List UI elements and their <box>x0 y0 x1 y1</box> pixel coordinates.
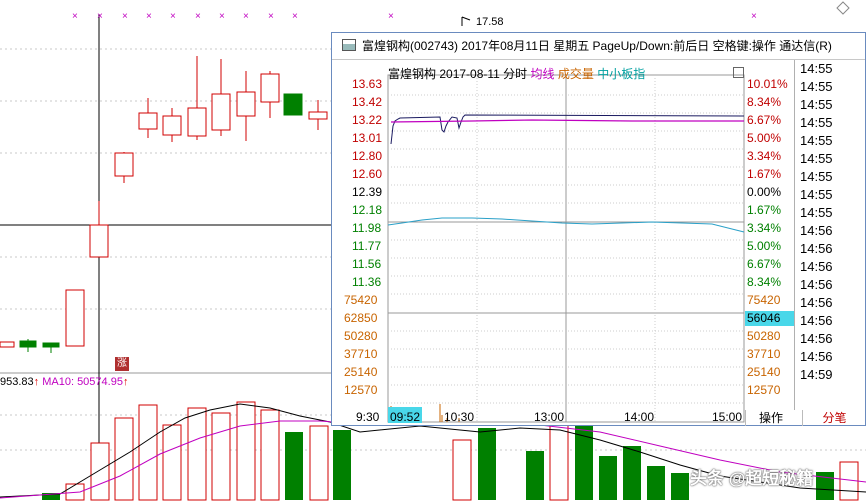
pct-label: 1.67% <box>747 203 782 217</box>
price-label: 11.77 <box>352 239 382 253</box>
tick-time: 14:56 <box>800 277 833 292</box>
up-arrow-icon: ↑ <box>33 376 40 388</box>
volume-label: 75420 <box>747 293 781 307</box>
ma5-value: 953.83 <box>0 376 34 388</box>
legend-volume: 成交量 <box>557 67 594 81</box>
pct-label: 6.67% <box>747 257 782 271</box>
window-title: 富煌钢构(002743) 2017年08月11日 星期五 PageUp/Down… <box>362 39 832 53</box>
bottom-bar: 9:30 09:52 10:30 13:00 14:00 15:00 操作 分笔 <box>332 410 865 426</box>
up-arrow-icon: ↑ <box>122 376 129 388</box>
time-label: 15:00 <box>712 410 743 424</box>
volume-label: 37710 <box>344 347 378 361</box>
price-label: 11.36 <box>352 275 382 289</box>
svg-text:×: × <box>72 11 78 22</box>
window-titlebar[interactable]: 富煌钢构(002743) 2017年08月11日 星期五 PageUp/Down… <box>332 33 865 60</box>
price-label: 11.98 <box>352 221 382 235</box>
intraday-popup-window[interactable]: 富煌钢构(002743) 2017年08月11日 星期五 PageUp/Down… <box>331 32 866 426</box>
volume-label: 50280 <box>747 329 781 343</box>
svg-text:×: × <box>195 11 201 22</box>
pct-label: 5.00% <box>747 131 782 145</box>
tick-time: 14:55 <box>800 205 833 220</box>
price-label: 11.56 <box>352 257 382 271</box>
volume-label: 25140 <box>747 365 781 379</box>
svg-text:×: × <box>97 11 103 22</box>
tick-time: 14:56 <box>800 259 833 274</box>
watermark: 头条 @超短秘籍 <box>690 469 814 488</box>
pct-label: 10.01% <box>747 77 788 91</box>
volume-cursor-readout: 56046 <box>745 311 795 326</box>
svg-text:×: × <box>170 11 176 22</box>
volume-label: 50280 <box>344 329 378 343</box>
svg-text:×: × <box>219 11 225 22</box>
limit-up-badge: 涨 <box>115 357 129 371</box>
svg-text:×: × <box>268 11 274 22</box>
tick-time: 14:55 <box>800 115 833 130</box>
volume-label: 12570 <box>344 383 378 397</box>
volume-label: 25140 <box>344 365 378 379</box>
price-label: 13.42 <box>352 95 383 109</box>
ma10-value: MA10: 50574.95 <box>42 376 123 388</box>
price-label: 12.60 <box>352 167 383 181</box>
price-label: 13.22 <box>352 113 383 127</box>
tick-time: 14:55 <box>800 151 833 166</box>
price-label: 12.80 <box>352 149 383 163</box>
time-label: 14:00 <box>624 410 655 424</box>
time-cursor-label: 09:52 <box>390 410 421 424</box>
volume-label: 62850 <box>344 311 378 325</box>
pct-label: 8.34% <box>747 95 782 109</box>
pct-label: 1.67% <box>747 167 782 181</box>
legend-ma: 均线 <box>530 67 555 81</box>
tick-time: 14:55 <box>800 61 833 76</box>
legend-index: 中小板指 <box>597 67 646 81</box>
volume-label: 12570 <box>747 383 781 397</box>
pct-label: 6.67% <box>747 113 782 127</box>
price-label: 12.18 <box>352 203 383 217</box>
pct-label: 3.34% <box>747 221 782 235</box>
tick-time: 14:55 <box>800 187 833 202</box>
svg-text:×: × <box>751 11 757 22</box>
time-label: 10:30 <box>444 410 475 424</box>
intraday-chart-canvas <box>387 74 745 423</box>
price-label: 12.39 <box>352 185 383 199</box>
chart-date: 2017-08-11 分时 <box>439 67 528 81</box>
tick-detail-button[interactable]: 分笔 <box>802 410 866 426</box>
svg-text:×: × <box>388 11 394 22</box>
tick-time: 14:55 <box>800 97 833 112</box>
stock-name: 富煌钢构 <box>388 67 437 81</box>
ma-legend: 953.83↑ MA10: 50574.95↑ <box>0 376 128 388</box>
tick-time: 14:56 <box>800 349 833 364</box>
tick-time: 14:56 <box>800 241 833 256</box>
svg-text:×: × <box>243 11 249 22</box>
pct-label: 5.00% <box>747 239 782 253</box>
tick-time: 14:55 <box>800 79 833 94</box>
tick-time: 14:56 <box>800 331 833 346</box>
tick-time: 14:56 <box>800 295 833 310</box>
tick-time: 14:56 <box>800 313 833 328</box>
tick-list[interactable]: 14:55 14:55 14:55 14:55 14:55 14:55 14:5… <box>794 60 866 410</box>
chart-header: 富煌钢构 2017-08-11 分时 均线 成交量 中小板指 <box>388 65 645 82</box>
tick-time: 14:55 <box>800 133 833 148</box>
time-label: 13:00 <box>534 410 565 424</box>
pct-label: 0.00% <box>747 185 782 199</box>
volume-label: 75420 <box>344 293 378 307</box>
tick-time: 14:55 <box>800 169 833 184</box>
svg-text:×: × <box>146 11 152 22</box>
price-label: 13.01 <box>352 131 383 145</box>
tick-time: 14:59 <box>800 367 833 382</box>
time-label: 9:30 <box>356 410 380 424</box>
pct-label: 8.34% <box>747 275 782 289</box>
maximize-icon[interactable] <box>733 67 744 78</box>
tick-time: 14:56 <box>800 223 833 238</box>
pct-label: 3.34% <box>747 149 782 163</box>
intraday-chart[interactable]: 富煌钢构 2017-08-11 分时 均线 成交量 中小板指 13.63 13.… <box>332 60 795 427</box>
volume-label: 37710 <box>747 347 781 361</box>
price-label: 13.63 <box>352 77 383 91</box>
peak-price-label: 17.58 <box>476 16 504 28</box>
operate-button[interactable]: 操作 <box>745 410 796 426</box>
window-app-icon <box>342 39 356 51</box>
svg-text:×: × <box>122 11 128 22</box>
svg-text:×: × <box>292 11 298 22</box>
